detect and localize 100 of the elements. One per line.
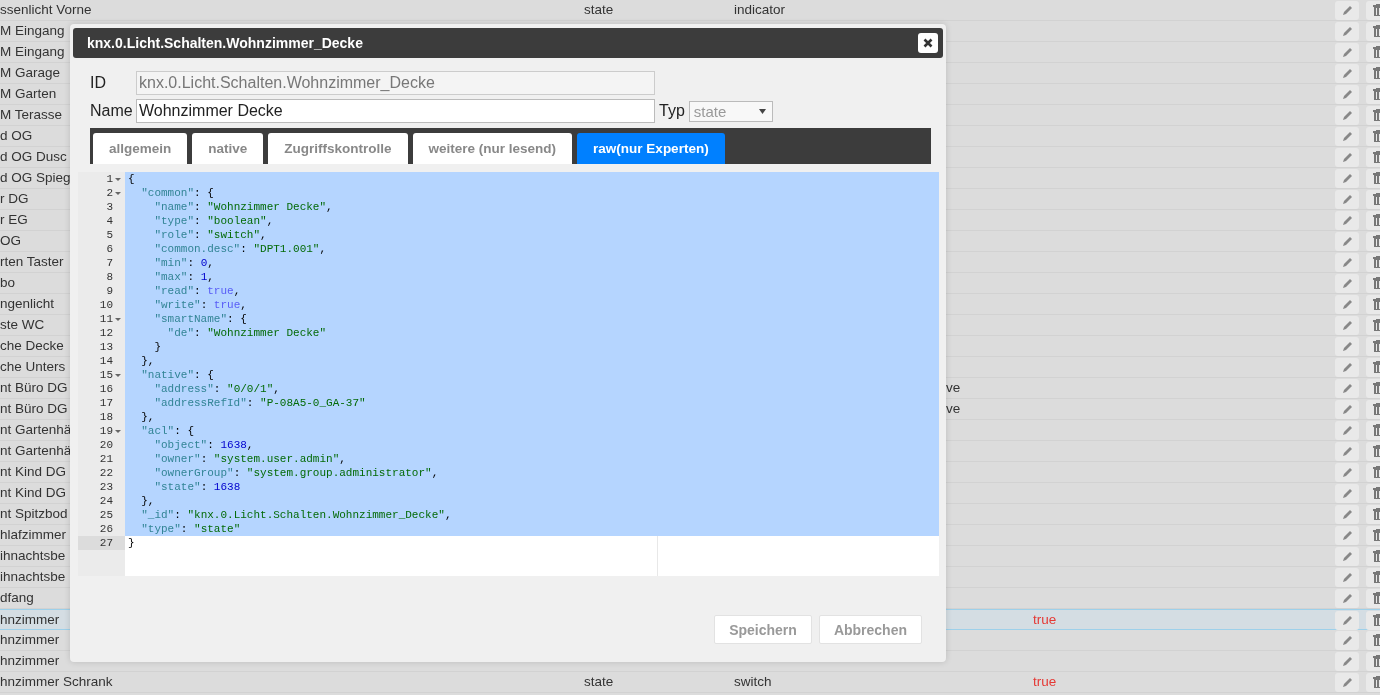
edit-button[interactable] bbox=[1335, 189, 1359, 209]
trash-icon bbox=[1373, 634, 1380, 646]
trash-icon bbox=[1373, 214, 1380, 226]
edit-button[interactable] bbox=[1335, 651, 1359, 671]
line-number: 18 bbox=[99, 410, 113, 424]
edit-button[interactable] bbox=[1335, 567, 1359, 587]
edit-button[interactable] bbox=[1335, 84, 1359, 104]
edit-button[interactable] bbox=[1335, 63, 1359, 83]
table-cell: ngenlicht bbox=[0, 296, 55, 311]
trash-icon bbox=[1373, 614, 1380, 626]
table-cell: indicator bbox=[734, 2, 786, 17]
code-line: "common": { bbox=[140, 187, 214, 199]
pencil-icon bbox=[1341, 592, 1353, 604]
tab[interactable]: weitere (nur lesend) bbox=[412, 133, 573, 164]
edit-button[interactable] bbox=[1335, 357, 1359, 377]
table-cell: M Terasse bbox=[0, 107, 63, 122]
table-row[interactable]: ssenlicht Vorne state indicator bbox=[0, 0, 1380, 21]
name-field[interactable]: Wohnzimmer Decke bbox=[136, 99, 655, 123]
edit-button[interactable] bbox=[1335, 336, 1359, 356]
edit-button[interactable] bbox=[1335, 168, 1359, 188]
table-cell: M Eingang bbox=[0, 44, 65, 59]
table-cell: OG bbox=[0, 233, 21, 248]
edit-button[interactable] bbox=[1335, 630, 1359, 650]
table-cell: che Unters bbox=[0, 359, 66, 374]
edit-button[interactable] bbox=[1335, 21, 1359, 41]
pencil-icon bbox=[1341, 340, 1353, 352]
edit-button[interactable] bbox=[1335, 546, 1359, 566]
pencil-icon bbox=[1341, 550, 1353, 562]
pencil-icon bbox=[1341, 46, 1353, 58]
edit-button[interactable] bbox=[1335, 504, 1359, 524]
fold-icon[interactable] bbox=[114, 427, 122, 435]
edit-button[interactable] bbox=[1335, 588, 1359, 608]
code-line: "object": 1638, bbox=[153, 439, 254, 451]
edit-button[interactable] bbox=[1335, 399, 1359, 419]
pencil-icon bbox=[1341, 298, 1353, 310]
tab[interactable]: raw(nur Experten) bbox=[577, 133, 725, 164]
pencil-icon bbox=[1341, 361, 1353, 373]
edit-button[interactable] bbox=[1335, 441, 1359, 461]
edit-button[interactable] bbox=[1335, 0, 1359, 20]
edit-button[interactable] bbox=[1335, 462, 1359, 482]
pencil-icon bbox=[1341, 256, 1353, 268]
edit-button[interactable] bbox=[1335, 147, 1359, 167]
code-line: "role": "switch", bbox=[153, 229, 267, 241]
code-line: "ownerGroup": "system.group.administrator", bbox=[153, 467, 439, 479]
code-line: "type": "boolean", bbox=[153, 215, 274, 227]
line-number: 9 bbox=[106, 284, 113, 298]
table-row[interactable]: hnzimmer Schrank state switch true bbox=[0, 672, 1380, 693]
code-line: "max": 1, bbox=[153, 271, 214, 283]
edit-button[interactable] bbox=[1335, 610, 1359, 630]
close-button[interactable] bbox=[918, 33, 938, 53]
edit-button[interactable] bbox=[1335, 210, 1359, 230]
dialog-button[interactable]: Abbrechen bbox=[818, 615, 922, 644]
edit-button[interactable] bbox=[1335, 231, 1359, 251]
trash-icon bbox=[1373, 4, 1380, 16]
tab[interactable]: native bbox=[192, 133, 264, 164]
edit-button[interactable] bbox=[1335, 273, 1359, 293]
name-label: Name bbox=[90, 102, 134, 120]
pencil-icon bbox=[1341, 529, 1353, 541]
line-number: 19 bbox=[99, 424, 113, 438]
pencil-icon bbox=[1341, 67, 1353, 79]
table-cell: ssenlicht Vorne bbox=[0, 2, 92, 17]
pencil-icon bbox=[1341, 424, 1353, 436]
table-cell: r EG bbox=[0, 212, 28, 227]
dialog-button[interactable]: Speichern bbox=[714, 615, 812, 644]
edit-button[interactable] bbox=[1335, 525, 1359, 545]
table-cell: ihnachtsbe bbox=[0, 548, 66, 563]
edit-button[interactable] bbox=[1335, 105, 1359, 125]
pencil-icon bbox=[1341, 487, 1353, 499]
trash-icon bbox=[1373, 319, 1380, 331]
fold-icon[interactable] bbox=[114, 315, 122, 323]
edit-button[interactable] bbox=[1335, 42, 1359, 62]
edit-button[interactable] bbox=[1335, 252, 1359, 272]
tab[interactable]: Zugriffskontrolle bbox=[268, 133, 408, 164]
line-number: 3 bbox=[106, 200, 113, 214]
pencil-icon bbox=[1341, 319, 1353, 331]
code-editor[interactable] bbox=[78, 172, 939, 576]
code-line: }, bbox=[140, 495, 155, 507]
edit-button[interactable] bbox=[1335, 378, 1359, 398]
edit-button[interactable] bbox=[1335, 294, 1359, 314]
table-cell: switch bbox=[734, 674, 772, 689]
id-field[interactable]: knx.0.Licht.Schalten.Wohnzimmer_Decke bbox=[136, 71, 655, 95]
table-cell: nt Büro DG bbox=[0, 401, 68, 416]
pencil-icon bbox=[1341, 130, 1353, 142]
edit-button[interactable] bbox=[1335, 483, 1359, 503]
edit-button[interactable] bbox=[1335, 315, 1359, 335]
line-number: 5 bbox=[106, 228, 113, 242]
edit-button[interactable] bbox=[1335, 126, 1359, 146]
line-number: 16 bbox=[99, 382, 113, 396]
code-line: "smartName": { bbox=[153, 313, 247, 325]
tab[interactable]: allgemein bbox=[93, 133, 188, 164]
edit-button[interactable] bbox=[1335, 420, 1359, 440]
table-cell: hnzimmer bbox=[0, 612, 60, 627]
code-line: "owner": "system.user.admin", bbox=[153, 453, 346, 465]
trash-icon bbox=[1373, 487, 1380, 499]
code-line: "_id": "knx.0.Licht.Schalten.Wohnzimmer_Decke", bbox=[140, 509, 452, 521]
edit-button[interactable] bbox=[1335, 672, 1359, 692]
fold-icon[interactable] bbox=[114, 371, 122, 379]
table-cell: nt Spitzbod bbox=[0, 506, 68, 521]
table-cell: state bbox=[584, 674, 614, 689]
trash-icon bbox=[1373, 130, 1380, 142]
